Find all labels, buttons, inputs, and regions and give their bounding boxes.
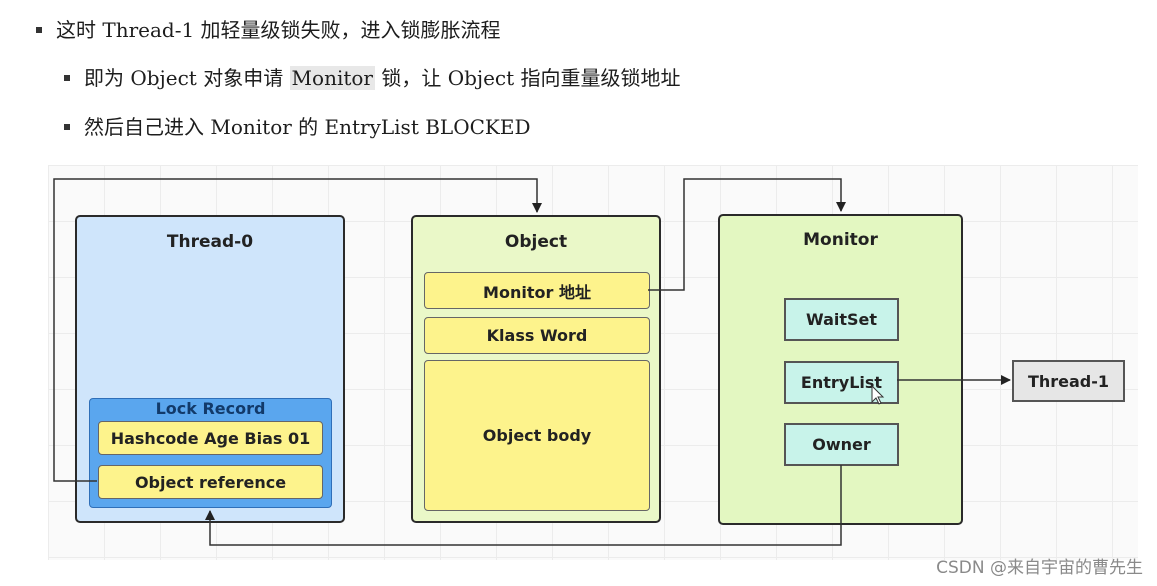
monitor-address-arrow [648, 178, 846, 291]
connector-lines [53, 178, 1011, 546]
owner-to-lock-record-arrow [205, 465, 842, 546]
watermark: CSDN @来自宇宙的曹先生 [936, 558, 1143, 578]
object-reference-arrow [53, 178, 542, 482]
mouse-cursor-icon [871, 384, 885, 405]
